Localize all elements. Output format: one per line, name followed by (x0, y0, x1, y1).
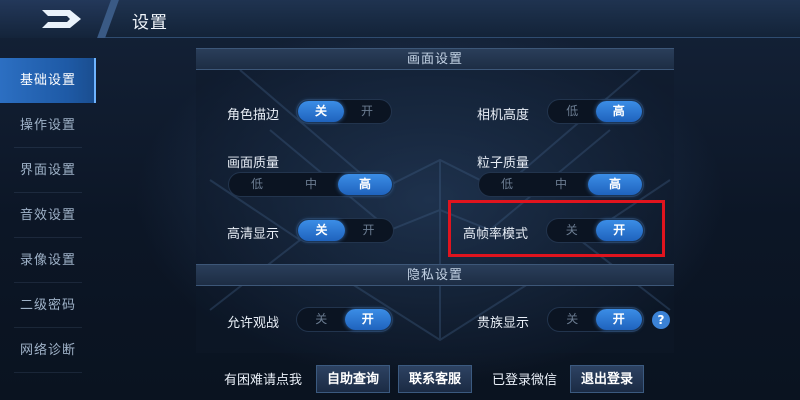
particles-high-option[interactable]: 高 (588, 174, 642, 195)
outline-toggle[interactable]: 关 开 (296, 99, 392, 124)
sidebar-item-controls[interactable]: 操作设置 (0, 103, 96, 148)
sidebar-item-interface[interactable]: 界面设置 (0, 148, 96, 193)
highlight-box (448, 200, 665, 257)
quality-low-option[interactable]: 低 (230, 174, 284, 195)
hd-display-off-option[interactable]: 关 (298, 220, 345, 241)
particles-selector[interactable]: 低 中 高 (478, 172, 644, 197)
camera-height-low-option[interactable]: 低 (549, 101, 596, 122)
sidebar-item-replay[interactable]: 录像设置 (0, 238, 96, 283)
particles-low-option[interactable]: 低 (480, 174, 534, 195)
hd-display-toggle[interactable]: 关 开 (296, 218, 394, 243)
logout-button[interactable]: 退出登录 (570, 365, 644, 393)
section-header-privacy: 隐私设置 (196, 264, 674, 286)
top-bar: 设置 (0, 0, 800, 38)
sidebar-item-network-diagnosis[interactable]: 网络诊断 (0, 328, 96, 373)
camera-height-label: 相机高度 (477, 108, 530, 123)
noble-display-toggle[interactable]: 关 开 (547, 307, 644, 332)
camera-height-high-option[interactable]: 高 (595, 101, 642, 122)
back-arrow-icon (42, 10, 81, 28)
self-help-button[interactable]: 自助查询 (316, 365, 390, 393)
noble-display-label: 贵族显示 (477, 316, 530, 331)
outline-label: 角色描边 (227, 108, 280, 123)
quality-medium-option[interactable]: 中 (284, 174, 338, 195)
sidebar-item-sound[interactable]: 音效设置 (0, 193, 96, 238)
camera-height-toggle[interactable]: 低 高 (547, 99, 644, 124)
allow-watch-off-option[interactable]: 关 (298, 309, 345, 330)
sidebar-item-secondary-password[interactable]: 二级密码 (0, 283, 96, 328)
allow-watch-toggle[interactable]: 关 开 (296, 307, 393, 332)
noble-display-off-option[interactable]: 关 (549, 309, 596, 330)
outline-off-option[interactable]: 关 (298, 101, 344, 122)
quality-high-option[interactable]: 高 (338, 174, 392, 195)
outline-on-option[interactable]: 开 (344, 101, 390, 122)
allow-watch-label: 允许观战 (227, 316, 280, 331)
hd-display-on-option[interactable]: 开 (345, 220, 392, 241)
hd-display-label: 高清显示 (227, 227, 280, 242)
help-prompt-text: 有困难请点我 (224, 373, 303, 388)
sidebar: 基础设置 操作设置 界面设置 音效设置 录像设置 二级密码 网络诊断 (0, 58, 96, 373)
noble-display-on-option[interactable]: 开 (595, 309, 642, 330)
sidebar-item-basic-settings[interactable]: 基础设置 (0, 58, 96, 103)
particles-label: 粒子质量 (477, 156, 530, 171)
allow-watch-on-option[interactable]: 开 (344, 309, 391, 330)
quality-label: 画面质量 (227, 156, 280, 171)
page-title: 设置 (132, 13, 168, 33)
help-icon[interactable]: ? (652, 311, 670, 329)
contact-support-button[interactable]: 联系客服 (398, 365, 472, 393)
quality-selector[interactable]: 低 中 高 (228, 172, 394, 197)
section-header-display: 画面设置 (196, 48, 674, 70)
particles-medium-option[interactable]: 中 (534, 174, 588, 195)
wechat-login-status: 已登录微信 (492, 373, 558, 388)
